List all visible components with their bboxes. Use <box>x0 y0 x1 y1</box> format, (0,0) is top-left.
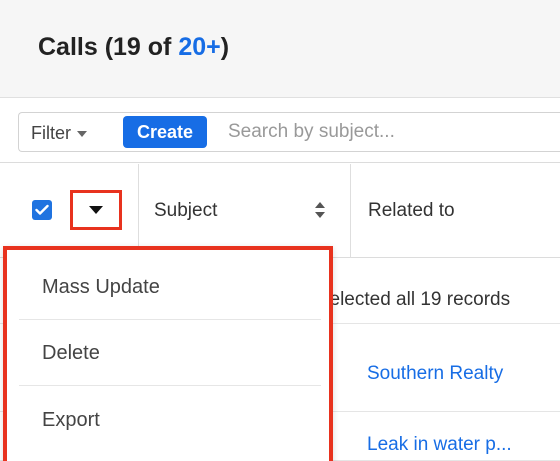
select-all-checkbox[interactable] <box>32 200 52 220</box>
selection-message: selected all 19 records <box>320 289 511 310</box>
create-filter-button[interactable]: Create <box>123 116 207 148</box>
column-header-related-to[interactable]: Related to <box>368 200 455 222</box>
related-to-link[interactable]: Southern Realty <box>367 363 503 385</box>
title-prefix: Calls (19 of <box>38 33 179 61</box>
table-header: Subject Related to <box>0 164 560 258</box>
filter-caret-icon <box>77 131 87 137</box>
search-input[interactable] <box>228 117 560 147</box>
filter-dropdown-button[interactable]: Filter <box>31 121 87 145</box>
menu-item-mass-update[interactable]: Mass Update <box>19 256 321 320</box>
mass-actions-menu-list: Mass Update Delete Export <box>19 256 321 461</box>
sort-icon[interactable] <box>314 199 326 221</box>
menu-item-delete[interactable]: Delete <box>19 322 321 386</box>
column-divider <box>138 164 139 258</box>
filter-bar: Filter Create <box>18 112 560 152</box>
list-header: Calls (19 of 20+) <box>0 0 560 98</box>
title-suffix: ) <box>220 33 230 61</box>
filter-toolbar: Filter Create <box>0 99 560 163</box>
filter-label: Filter <box>31 122 71 143</box>
column-divider <box>350 164 351 258</box>
caret-down-icon <box>89 206 103 214</box>
column-header-subject[interactable]: Subject <box>154 200 217 222</box>
mass-actions-dropdown-button[interactable] <box>70 190 122 230</box>
menu-item-export[interactable]: Export <box>19 388 321 452</box>
mass-actions-menu: Mass Update Delete Export <box>3 246 333 461</box>
page-title: Calls (19 of 20+) <box>38 33 229 62</box>
related-to-link[interactable]: Leak in water p... <box>367 434 512 456</box>
checkmark-icon <box>35 204 49 215</box>
record-count-link[interactable]: 20+ <box>178 33 220 61</box>
